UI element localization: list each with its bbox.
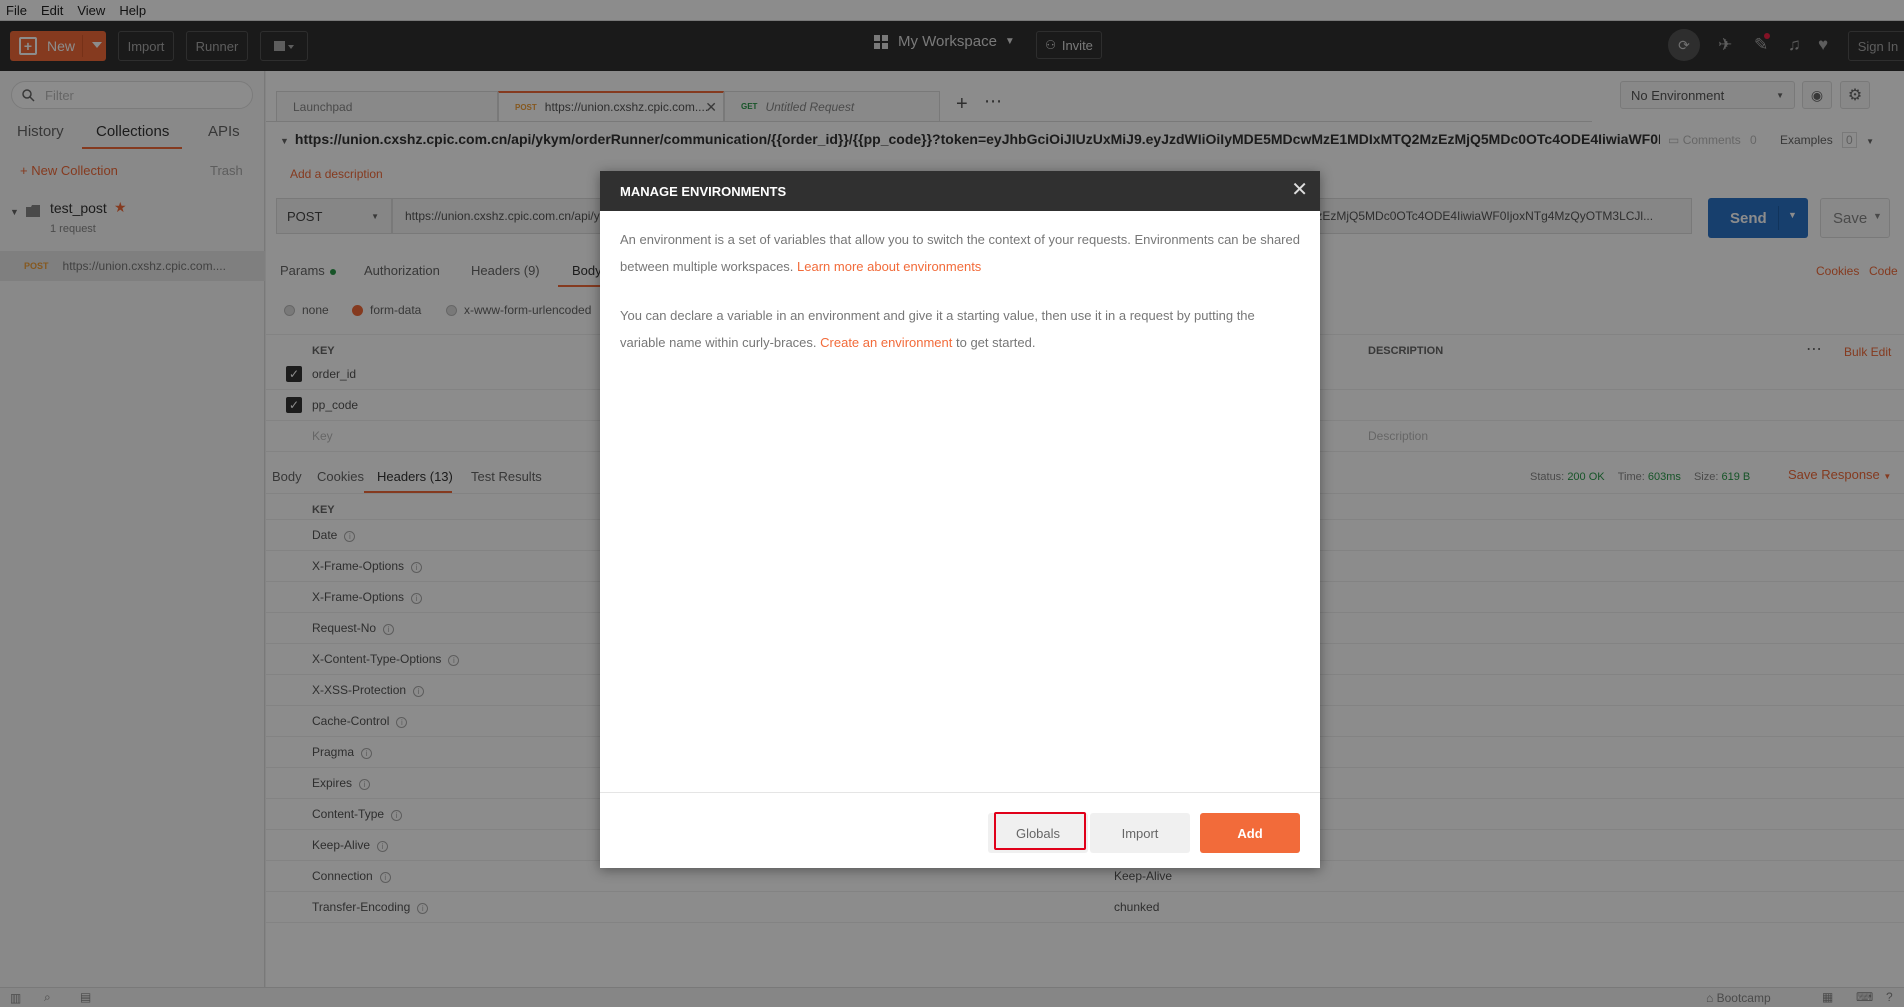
- globals-button[interactable]: Globals: [988, 812, 1088, 853]
- modal-title: MANAGE ENVIRONMENTS: [620, 183, 787, 199]
- add-environment-button[interactable]: Add: [1200, 813, 1300, 853]
- create-environment-link[interactable]: Create an environment: [820, 335, 952, 350]
- learn-more-link[interactable]: Learn more about environments: [797, 259, 981, 274]
- manage-environments-modal: MANAGE ENVIRONMENTS ✕ An environment is …: [600, 171, 1320, 868]
- highlight-box: [994, 812, 1086, 850]
- import-environment-button[interactable]: Import: [1090, 813, 1190, 853]
- close-icon[interactable]: ✕: [1291, 179, 1308, 201]
- modal-paragraph: You can declare a variable in an environ…: [620, 302, 1300, 356]
- modal-paragraph: An environment is a set of variables tha…: [620, 226, 1300, 280]
- modal-header: MANAGE ENVIRONMENTS ✕: [600, 171, 1320, 211]
- modal-body: An environment is a set of variables tha…: [620, 226, 1300, 378]
- modal-footer: Globals Import Add: [600, 792, 1320, 868]
- modal-text: to get started.: [952, 335, 1036, 350]
